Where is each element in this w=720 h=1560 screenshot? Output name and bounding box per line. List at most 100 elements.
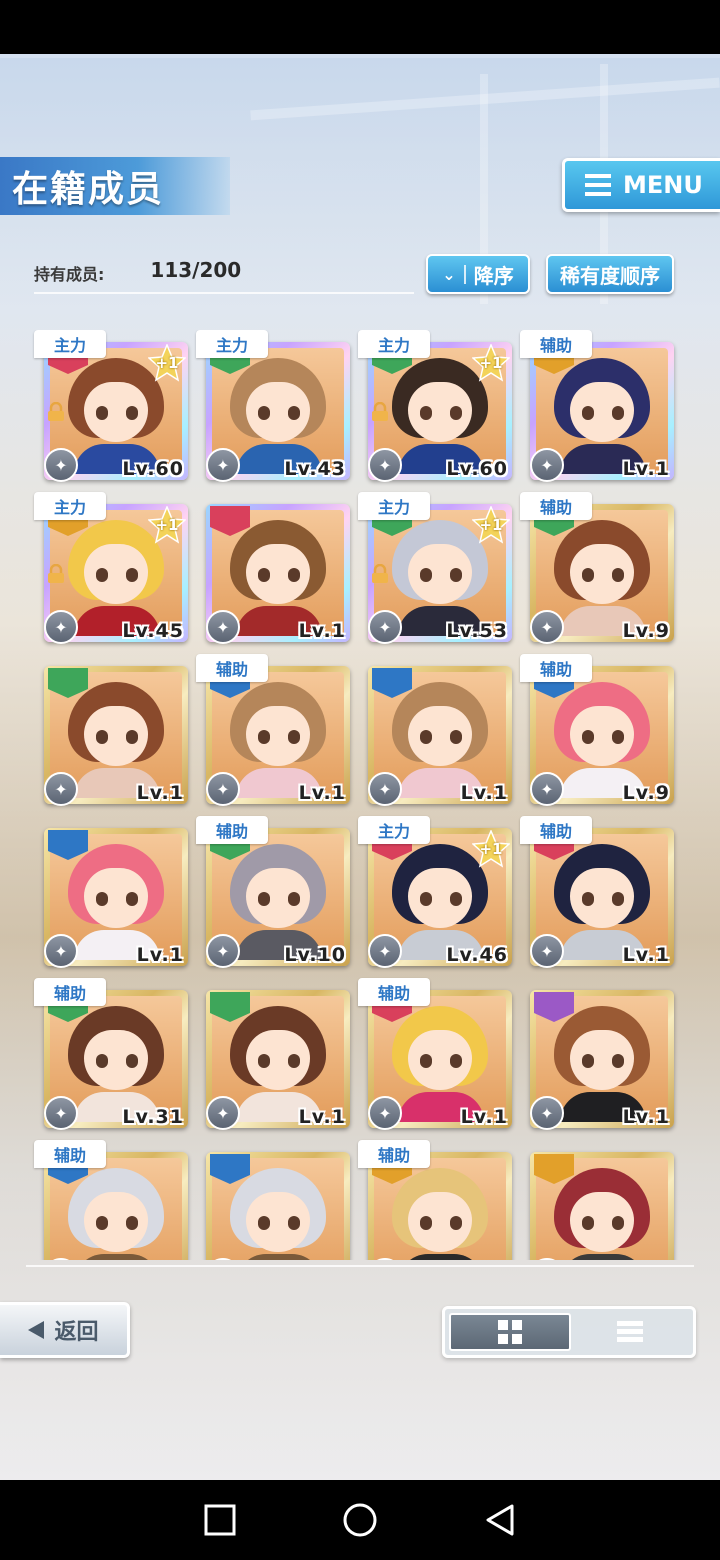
member-card[interactable]: ✦ Lv.1 [30, 816, 188, 968]
skill-type-icon: ✦ [44, 1096, 78, 1130]
back-button[interactable]: 返回 [0, 1302, 130, 1358]
member-card[interactable]: 辅助 ✦ Lv.1 [516, 816, 674, 968]
level-label: Lv.1 [622, 1106, 670, 1128]
skill-type-icon: ✦ [206, 448, 240, 482]
level-label: Lv.1 [136, 782, 184, 804]
role-tag: 辅助 [520, 330, 592, 358]
member-card[interactable]: ✦ [192, 1140, 350, 1260]
system-nav-bar [0, 1480, 720, 1560]
role-tag: 主力 [358, 492, 430, 520]
member-card[interactable]: ✦ Lv.1 [516, 978, 674, 1130]
level-label: Lv.1 [298, 782, 346, 804]
member-grid: 主力 +1 ✦ Lv.60 主力 ✦ Lv.43 主力 +1 ✦ Lv.60 辅… [30, 330, 690, 1260]
skill-type-icon: ✦ [530, 448, 564, 482]
plus-count: +1 [155, 516, 179, 534]
home-button[interactable] [330, 1490, 390, 1550]
level-label: Lv.60 [446, 458, 508, 480]
member-card[interactable]: 辅助 ✦ Lv.9 [516, 654, 674, 806]
plus-count: +1 [155, 354, 179, 372]
role-tag: 辅助 [520, 492, 592, 520]
skill-type-icon: ✦ [206, 610, 240, 644]
level-label: Lv.1 [460, 782, 508, 804]
member-card[interactable]: 主力 +1 ✦ Lv.60 [30, 330, 188, 482]
plus-count: +1 [479, 840, 503, 858]
star-plus-badge: +1 [148, 506, 186, 544]
member-card[interactable]: 辅助 ✦ Lv.31 [30, 978, 188, 1130]
menu-button[interactable]: MENU [562, 158, 720, 212]
list-view-icon [617, 1321, 643, 1342]
game-screen: 在籍成员 MENU 持有成员: 113/200 ⌄ 降序 稀有度顺序 主力 +1… [0, 54, 720, 1480]
role-tag: 主力 [358, 816, 430, 844]
star-plus-badge: +1 [148, 344, 186, 382]
hamburger-icon [585, 174, 611, 196]
star-plus-badge: +1 [472, 506, 510, 544]
member-card[interactable]: 主力 +1 ✦ Lv.60 [354, 330, 512, 482]
recent-apps-button[interactable] [190, 1490, 250, 1550]
member-card[interactable]: 主力 ✦ Lv.43 [192, 330, 350, 482]
member-card[interactable]: ✦ Lv.1 [30, 654, 188, 806]
circle-icon [343, 1503, 377, 1537]
triangle-back-icon [486, 1504, 514, 1536]
grid-view-button[interactable] [449, 1313, 571, 1351]
role-tag: 辅助 [34, 978, 106, 1006]
star-plus-badge: +1 [472, 344, 510, 382]
level-label: Lv.43 [284, 458, 346, 480]
level-label: Lv.1 [622, 944, 670, 966]
member-card[interactable]: 辅助✦ [354, 1140, 512, 1260]
member-card[interactable]: 主力 +1 ✦ Lv.45 [30, 492, 188, 644]
sort-order-label: 降序 [473, 263, 514, 288]
skill-type-icon: ✦ [530, 772, 564, 806]
skill-type-icon: ✦ [44, 934, 78, 968]
member-card[interactable]: ✦ Lv.1 [192, 492, 350, 644]
level-label: Lv.9 [622, 782, 670, 804]
member-card[interactable]: 主力 +1 ✦ Lv.53 [354, 492, 512, 644]
level-label: Lv.45 [122, 620, 184, 642]
skill-type-icon: ✦ [530, 1096, 564, 1130]
member-card[interactable]: 辅助 ✦ Lv.1 [516, 330, 674, 482]
role-tag: 辅助 [196, 654, 268, 682]
level-label: Lv.1 [136, 944, 184, 966]
skill-type-icon: ✦ [368, 1096, 402, 1130]
skill-type-icon: ✦ [44, 448, 78, 482]
member-card[interactable]: 辅助✦ [30, 1140, 188, 1260]
level-label: Lv.46 [446, 944, 508, 966]
member-card[interactable]: 主力 +1 ✦ Lv.46 [354, 816, 512, 968]
level-label: Lv.9 [622, 620, 670, 642]
skill-type-icon: ✦ [206, 934, 240, 968]
list-view-button[interactable] [571, 1313, 689, 1351]
skill-type-icon: ✦ [530, 610, 564, 644]
view-toggle [442, 1306, 696, 1358]
level-label: Lv.53 [446, 620, 508, 642]
member-card[interactable]: 辅助 ✦ Lv.1 [354, 978, 512, 1130]
page-title: 在籍成员 [12, 169, 165, 210]
lock-icon [48, 402, 64, 421]
role-tag: 辅助 [358, 978, 430, 1006]
skill-type-icon: ✦ [44, 772, 78, 806]
member-card[interactable]: ✦ [516, 1140, 674, 1260]
skill-type-icon: ✦ [368, 772, 402, 806]
role-tag: 辅助 [520, 816, 592, 844]
member-card[interactable]: 辅助 ✦ Lv.1 [192, 654, 350, 806]
member-count-value: 113/200 [150, 258, 242, 282]
level-label: Lv.60 [122, 458, 184, 480]
back-nav-button[interactable] [470, 1490, 530, 1550]
role-tag: 辅助 [34, 1140, 106, 1168]
role-tag: 主力 [34, 492, 106, 520]
member-card[interactable]: ✦ Lv.1 [354, 654, 512, 806]
member-card[interactable]: 辅助 ✦ Lv.9 [516, 492, 674, 644]
level-label: Lv.31 [122, 1106, 184, 1128]
back-arrow-icon [28, 1321, 45, 1339]
skill-type-icon: ✦ [44, 610, 78, 644]
role-tag: 辅助 [520, 654, 592, 682]
skill-type-icon: ✦ [206, 1096, 240, 1130]
member-card[interactable]: ✦ Lv.1 [192, 978, 350, 1130]
sort-order-button[interactable]: ⌄ 降序 [426, 254, 530, 294]
plus-count: +1 [479, 354, 503, 372]
menu-label: MENU [623, 171, 703, 199]
member-card[interactable]: 辅助 ✦ Lv.10 [192, 816, 350, 968]
role-tag: 辅助 [358, 1140, 430, 1168]
level-label: Lv.1 [460, 1106, 508, 1128]
skill-type-icon: ✦ [206, 772, 240, 806]
role-tag: 主力 [196, 330, 268, 358]
sort-rarity-button[interactable]: 稀有度顺序 [546, 254, 674, 294]
